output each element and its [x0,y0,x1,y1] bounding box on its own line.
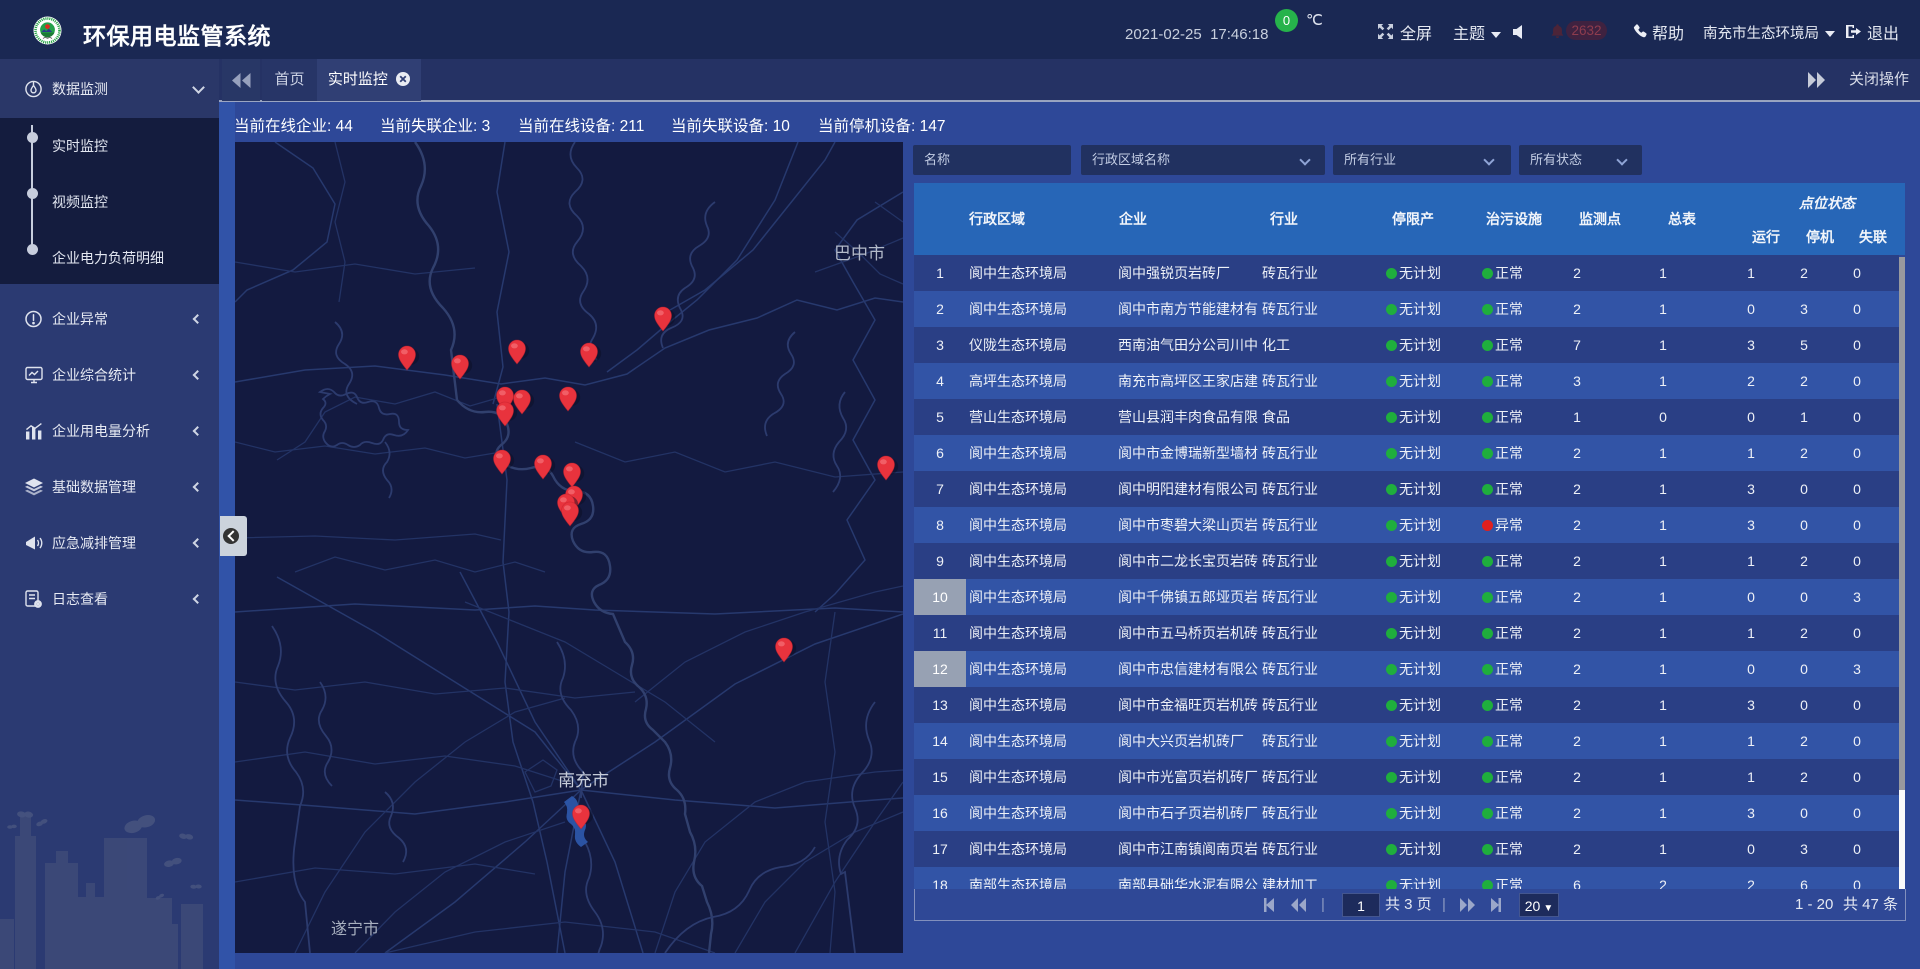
svg-text:巴中市: 巴中市 [834,244,885,263]
svg-text:遂宁市: 遂宁市 [331,920,379,938]
svg-text:南充市: 南充市 [558,771,609,790]
